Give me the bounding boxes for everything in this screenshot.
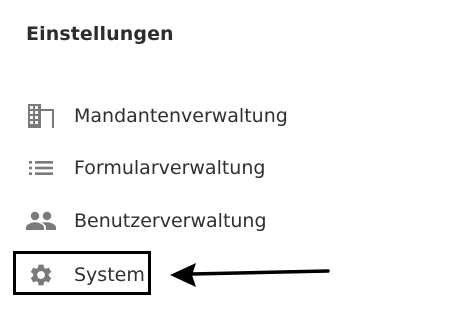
nav-item-mandantenverwaltung[interactable]: Mandantenverwaltung [26, 98, 288, 134]
list-icon [26, 153, 56, 183]
nav-item-benutzerverwaltung[interactable]: Benutzerverwaltung [26, 203, 267, 239]
nav-item-formularverwaltung[interactable]: Formularverwaltung [26, 150, 265, 186]
nav-item-label: Benutzerverwaltung [74, 210, 267, 232]
nav-item-label: Mandantenverwaltung [74, 105, 288, 127]
pointer-arrow-icon [170, 263, 330, 287]
settings-panel: Einstellungen Mandantenverwaltung Formul… [0, 0, 464, 310]
section-title: Einstellungen [26, 23, 174, 45]
nav-item-label: Formularverwaltung [74, 157, 266, 179]
building-icon [26, 101, 56, 131]
highlight-box [13, 251, 151, 295]
people-icon [26, 206, 56, 236]
